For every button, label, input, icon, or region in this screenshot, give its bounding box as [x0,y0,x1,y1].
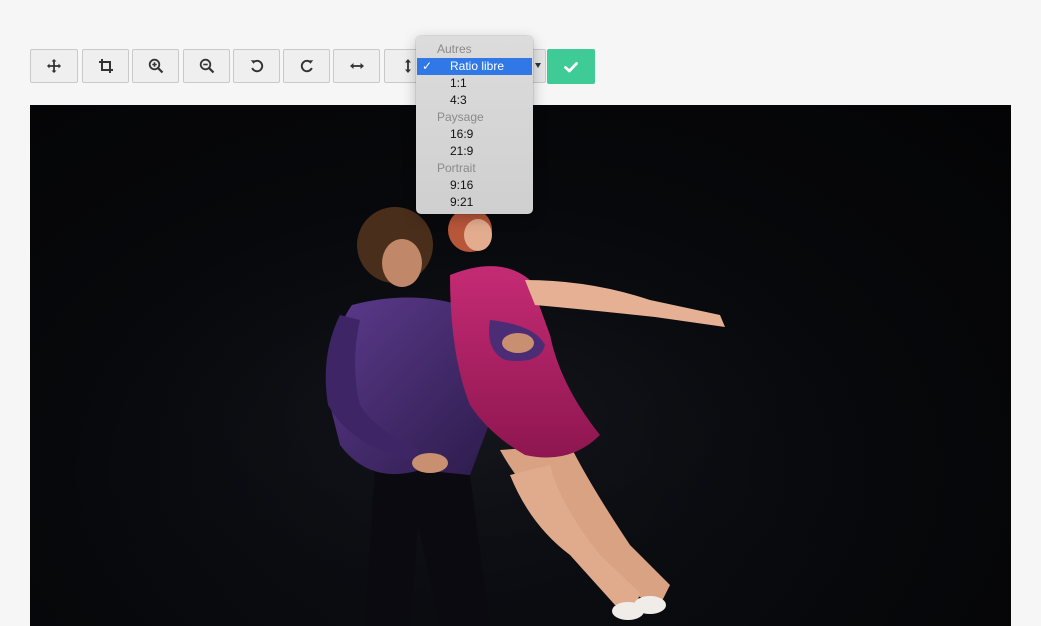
flip-vertical-icon [404,59,411,73]
rotate-left-button[interactable] [233,49,280,83]
option-ratio-libre[interactable]: ✓ Ratio libre [417,58,532,75]
option-label: 1:1 [450,76,467,90]
zoom-in-icon [148,58,163,74]
apply-button[interactable] [547,49,595,84]
chevron-down-icon [535,63,541,68]
option-1-1[interactable]: 1:1 [416,75,533,92]
option-label: 9:16 [450,178,474,192]
rotate-left-icon [250,59,263,73]
rotate-right-icon [300,59,313,73]
option-label: 9:21 [450,195,474,209]
zoom-out-icon [199,58,214,74]
rotate-right-button[interactable] [283,49,330,83]
option-4-3[interactable]: 4:3 [416,92,533,109]
zoom-out-button[interactable] [183,49,230,83]
zoom-in-button[interactable] [132,49,179,83]
group-label: Portrait [437,161,476,175]
move-button[interactable] [30,49,78,83]
group-label: Autres [437,42,472,56]
crop-icon [98,59,113,73]
option-9-21[interactable]: 9:21 [416,194,533,211]
option-21-9[interactable]: 21:9 [416,143,533,160]
option-label: Ratio libre [450,59,505,73]
option-label: 21:9 [450,144,474,158]
option-9-16[interactable]: 9:16 [416,177,533,194]
option-label: 16:9 [450,127,474,141]
aspect-ratio-dropdown: Autres ✓ Ratio libre 1:1 4:3 Paysage 16:… [416,36,533,214]
option-16-9[interactable]: 16:9 [416,126,533,143]
flip-horizontal-icon [349,63,364,69]
flip-horizontal-button[interactable] [333,49,380,83]
move-icon [47,59,61,73]
image-editor: Autres ✓ Ratio libre 1:1 4:3 Paysage 16:… [0,0,1041,626]
option-label: 4:3 [450,93,467,107]
group-label: Paysage [437,110,484,124]
checkmark-icon: ✓ [422,59,433,73]
crop-button[interactable] [82,49,129,83]
check-icon [564,61,578,72]
